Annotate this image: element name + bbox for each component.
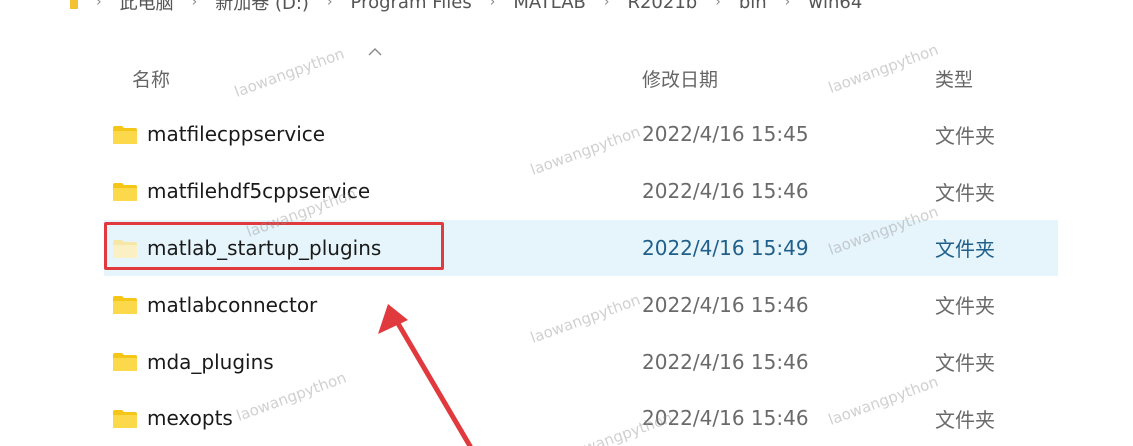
folder-icon (113, 353, 137, 372)
file-row-matfilecppservice[interactable]: matfilecppservice 2022/4/16 15:45 文件夹 (104, 106, 1058, 163)
column-header-type[interactable]: 类型 (935, 64, 973, 92)
chevron-right-icon: › (489, 0, 496, 10)
file-type: 文件夹 (935, 123, 995, 148)
file-type: 文件夹 (935, 180, 995, 205)
file-explorer-window: › 此电脑 › 新加卷 (D:) › Program Files › MATLA… (0, 0, 1133, 446)
file-type: 文件夹 (935, 351, 995, 376)
folder-icon (113, 409, 137, 428)
folder-icon (113, 126, 137, 144)
column-header-name[interactable]: 名称 (132, 64, 170, 92)
file-type: 文件夹 (935, 294, 995, 319)
file-type: 文件夹 (935, 407, 995, 432)
chevron-right-icon: › (191, 0, 198, 10)
breadcrumb-item[interactable]: 新加卷 (D:) (215, 0, 309, 15)
folder-icon (113, 182, 137, 201)
file-name: mexopts (147, 406, 233, 431)
file-date: 2022/4/16 15:46 (642, 349, 809, 374)
file-date: 2022/4/16 15:49 (642, 235, 809, 260)
file-name: matlab_startup_plugins (147, 235, 382, 260)
file-name: mda_plugins (147, 349, 274, 374)
file-row-matlab-startup-plugins[interactable]: matlab_startup_plugins 2022/4/16 15:49 文… (104, 219, 1058, 277)
file-type: 文件夹 (935, 237, 995, 262)
file-row-matfilehdf5cppservice[interactable]: matfilehdf5cppservice 2022/4/16 15:46 文件… (104, 163, 1058, 220)
folder-icon (113, 239, 137, 258)
file-name: matlabconnector (147, 292, 318, 317)
file-date: 2022/4/16 15:46 (642, 292, 809, 317)
breadcrumb-item[interactable]: MATLAB (513, 0, 586, 13)
watermark-text: laowangpython (826, 40, 941, 97)
breadcrumb-item[interactable]: R2021b (627, 0, 697, 13)
file-date: 2022/4/16 15:46 (642, 179, 809, 204)
folder-icon (113, 296, 137, 315)
file-name: matfilecppservice (147, 122, 326, 147)
sort-ascending-icon (368, 46, 382, 60)
breadcrumb-item[interactable]: bin (739, 0, 767, 13)
chevron-right-icon: › (96, 0, 102, 10)
file-row-mexopts[interactable]: mexopts 2022/4/16 15:46 文件夹 (104, 390, 1058, 446)
file-row-matlabconnector[interactable]: matlabconnector 2022/4/16 15:46 文件夹 (104, 276, 1058, 333)
file-date: 2022/4/16 15:45 (642, 122, 809, 147)
chevron-right-icon: › (715, 0, 721, 10)
breadcrumb-folder-icon (70, 0, 78, 9)
file-row-mda-plugins[interactable]: mda_plugins 2022/4/16 15:46 文件夹 (104, 333, 1058, 390)
breadcrumb-item[interactable]: Program Files (351, 0, 472, 13)
chevron-right-icon: › (603, 0, 610, 10)
chevron-right-icon: › (784, 0, 791, 10)
chevron-right-icon: › (326, 0, 333, 10)
breadcrumb-item[interactable]: 此电脑 (120, 0, 174, 15)
breadcrumb: › 此电脑 › 新加卷 (D:) › Program Files › MATLA… (70, 0, 862, 14)
file-name: matfilehdf5cppservice (147, 179, 371, 204)
file-list: matfilecppservice 2022/4/16 15:45 文件夹 ma… (104, 106, 1058, 446)
column-header-date[interactable]: 修改日期 (642, 64, 718, 92)
breadcrumb-item[interactable]: win64 (808, 0, 862, 13)
watermark-text: laowangpython (232, 44, 347, 101)
file-date: 2022/4/16 15:46 (642, 406, 809, 431)
